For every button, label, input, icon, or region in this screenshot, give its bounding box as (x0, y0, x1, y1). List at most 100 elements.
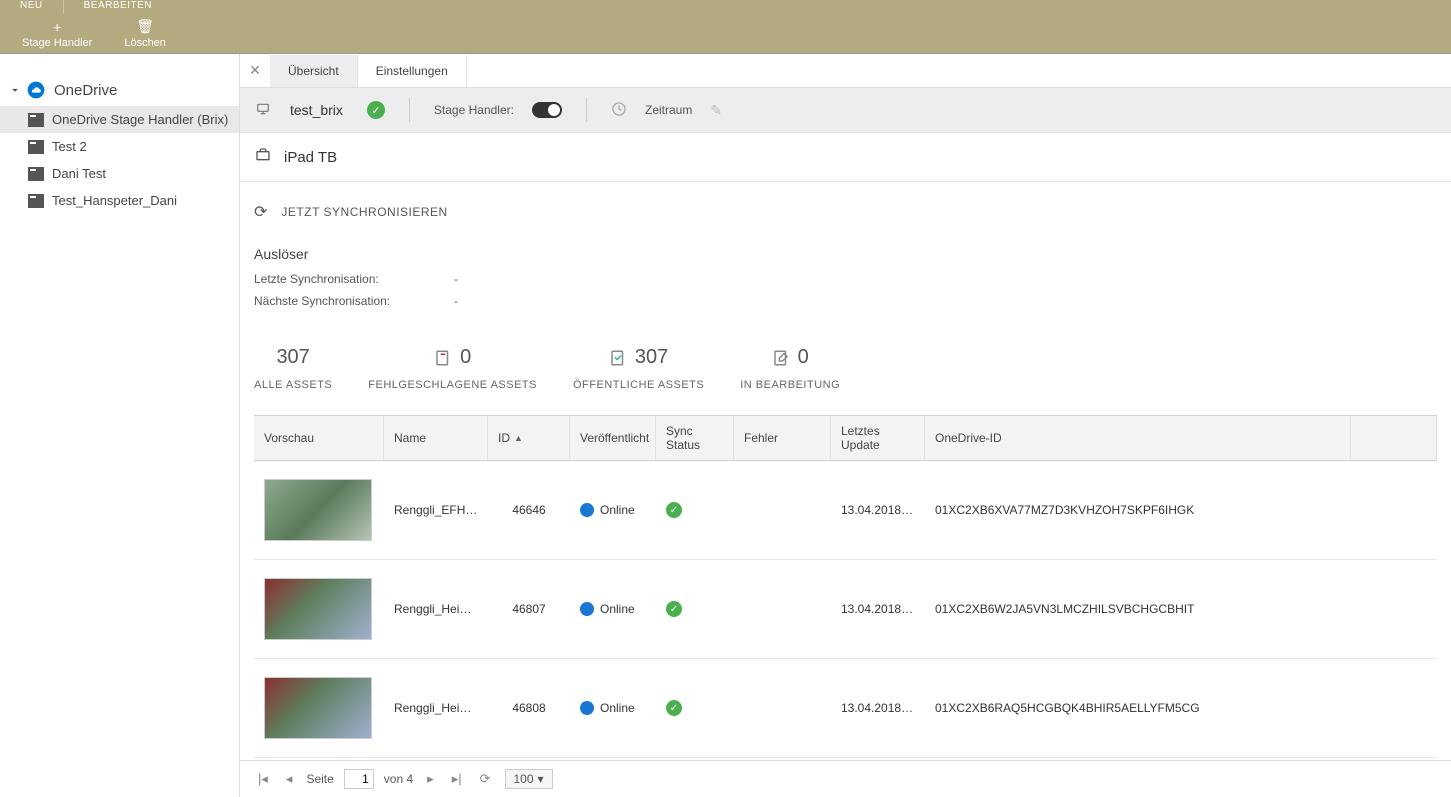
stat-value: 307 (276, 346, 309, 369)
cell-published: Online (570, 503, 656, 518)
content: ⟳ JETZT SYNCHRONISIEREN Auslöser Letzte … (240, 182, 1451, 760)
divider (409, 98, 410, 122)
tab-overview[interactable]: Übersicht (270, 55, 358, 87)
status-dot-icon (580, 503, 594, 517)
cell-odid: 01XC2XB6XVA77MZ7D3KVHZOH7SKPF6IHGK (925, 503, 1351, 517)
sidebar-item[interactable]: Test 2 (0, 133, 239, 160)
tabs: ✕ Übersicht Einstellungen (240, 54, 1451, 88)
public-icon (609, 349, 627, 367)
col-odid[interactable]: OneDrive-ID (925, 416, 1351, 460)
folder-icon (28, 140, 44, 154)
status-ok-icon: ✓ (367, 101, 385, 119)
sidebar-item[interactable]: Test_Hanspeter_Dani (0, 187, 239, 214)
table-row[interactable]: Renggli_Heim...46807Online✓13.04.2018 0.… (254, 560, 1437, 659)
delete-button[interactable]: 🗑 Löschen (112, 16, 178, 51)
page-label: Seite (306, 772, 333, 786)
cell-published: Online (570, 602, 656, 617)
col-published[interactable]: Veröffentlicht (570, 416, 656, 460)
folder-icon (28, 194, 44, 208)
next-sync-value: - (454, 294, 458, 308)
cell-updated: 13.04.2018 0... (831, 602, 925, 616)
sort-asc-icon: ▲ (514, 433, 523, 443)
page-prev-button[interactable]: ◂ (282, 769, 297, 789)
sync-row: ⟳ JETZT SYNCHRONISIEREN (254, 202, 1437, 222)
col-sync[interactable]: Sync Status (656, 416, 734, 460)
refresh-icon[interactable]: ⟳ (254, 202, 267, 222)
col-id[interactable]: ID▲ (488, 416, 570, 460)
topbar: NEU BEARBEITEN (0, 0, 1451, 14)
last-sync-label: Letzte Synchronisation: (254, 272, 414, 286)
page-input[interactable] (344, 769, 374, 789)
next-sync-label: Nächste Synchronisation: (254, 294, 414, 308)
next-sync: Nächste Synchronisation: - (254, 294, 1437, 308)
status-dot-icon (580, 701, 594, 715)
stage-handler-label: Stage Handler: (434, 103, 514, 117)
page-size-value: 100 (514, 772, 534, 786)
table-row[interactable]: Renggli_EFH_...46646Online✓13.04.2018 0.… (254, 461, 1437, 560)
sync-now-button[interactable]: JETZT SYNCHRONISIEREN (281, 205, 447, 219)
stat-public[interactable]: 307 ÖFFENTLICHE ASSETS (573, 346, 704, 391)
sidebar-item[interactable]: Dani Test (0, 160, 239, 187)
cell-updated: 13.04.2018 0... (831, 503, 925, 517)
col-preview[interactable]: Vorschau (254, 416, 384, 460)
divider (586, 98, 587, 122)
stage-handler-toggle[interactable] (532, 102, 562, 118)
table-body[interactable]: Renggli_EFH_...46646Online✓13.04.2018 0.… (254, 461, 1437, 758)
col-name[interactable]: Name (384, 416, 488, 460)
app-body: OneDrive OneDrive Stage Handler (Brix) T… (0, 54, 1451, 797)
trash-icon: 🗑 (136, 18, 154, 35)
tab-settings[interactable]: Einstellungen (358, 55, 467, 87)
col-error[interactable]: Fehler (734, 416, 831, 460)
pencil-icon[interactable]: ✎ (710, 102, 722, 119)
chevron-down-icon: ▾ (538, 772, 544, 786)
sidebar: OneDrive OneDrive Stage Handler (Brix) T… (0, 54, 240, 797)
stat-label: ALLE ASSETS (254, 379, 332, 391)
stat-value: 307 (635, 346, 668, 369)
device-row: iPad TB (240, 133, 1451, 182)
topbar-neu: NEU (0, 0, 63, 14)
col-actions (1351, 416, 1437, 460)
thumbnail (264, 578, 372, 640)
col-updated[interactable]: Letztes Update (831, 416, 925, 460)
info-bar: test_brix ✓ Stage Handler: Zeitraum ✎ (240, 88, 1451, 133)
sidebar-root[interactable]: OneDrive (0, 74, 239, 106)
cell-sync: ✓ (656, 601, 734, 618)
asset-table: Vorschau Name ID▲ Veröffentlicht Sync St… (254, 415, 1437, 760)
toolbar-label: Stage Handler (22, 37, 92, 49)
table-row[interactable]: Renggli_Heim...46808Online✓13.04.2018 0.… (254, 659, 1437, 758)
failed-icon (434, 349, 452, 367)
main: ✕ Übersicht Einstellungen test_brix ✓ St… (240, 54, 1451, 797)
page-first-button[interactable]: |◂ (254, 769, 272, 789)
last-sync-value: - (454, 272, 458, 286)
pager: |◂ ◂ Seite von 4 ▸ ▸| ⟳ 100▾ (240, 760, 1451, 797)
chevron-down-icon (8, 83, 22, 97)
stat-all[interactable]: 307 ALLE ASSETS (254, 346, 332, 391)
toolbar: + Stage Handler 🗑 Löschen (0, 14, 1451, 54)
sidebar-item[interactable]: OneDrive Stage Handler (Brix) (0, 106, 239, 133)
stat-value: 0 (460, 346, 471, 369)
cell-updated: 13.04.2018 0... (831, 701, 925, 715)
monitor-icon (254, 102, 272, 119)
page-last-button[interactable]: ▸| (448, 769, 466, 789)
cell-id: 46808 (488, 701, 570, 715)
sidebar-root-label: OneDrive (54, 82, 117, 99)
cell-name: Renggli_Heim... (384, 602, 488, 616)
thumbnail (264, 479, 372, 541)
stat-editing[interactable]: 0 IN BEARBEITUNG (740, 346, 840, 391)
cell-name: Renggli_Heim... (384, 701, 488, 715)
page-next-button[interactable]: ▸ (423, 769, 438, 789)
cell-preview (254, 677, 384, 739)
page-size-select[interactable]: 100 ▾ (505, 769, 553, 789)
handler-name: test_brix (290, 102, 343, 118)
page-refresh-button[interactable]: ⟳ (476, 769, 495, 789)
table-header: Vorschau Name ID▲ Veröffentlicht Sync St… (254, 415, 1437, 461)
stage-handler-button[interactable]: + Stage Handler (10, 17, 104, 51)
sidebar-item-label: Dani Test (52, 166, 106, 181)
sync-ok-icon: ✓ (666, 502, 682, 518)
trigger-title: Auslöser (254, 246, 1437, 262)
briefcase-icon (254, 147, 272, 167)
topbar-bearbeiten: BEARBEITEN (64, 0, 172, 14)
stat-failed[interactable]: 0 FEHLGESCHLAGENE ASSETS (368, 346, 537, 391)
thumbnail (264, 677, 372, 739)
close-icon[interactable]: ✕ (240, 62, 270, 79)
